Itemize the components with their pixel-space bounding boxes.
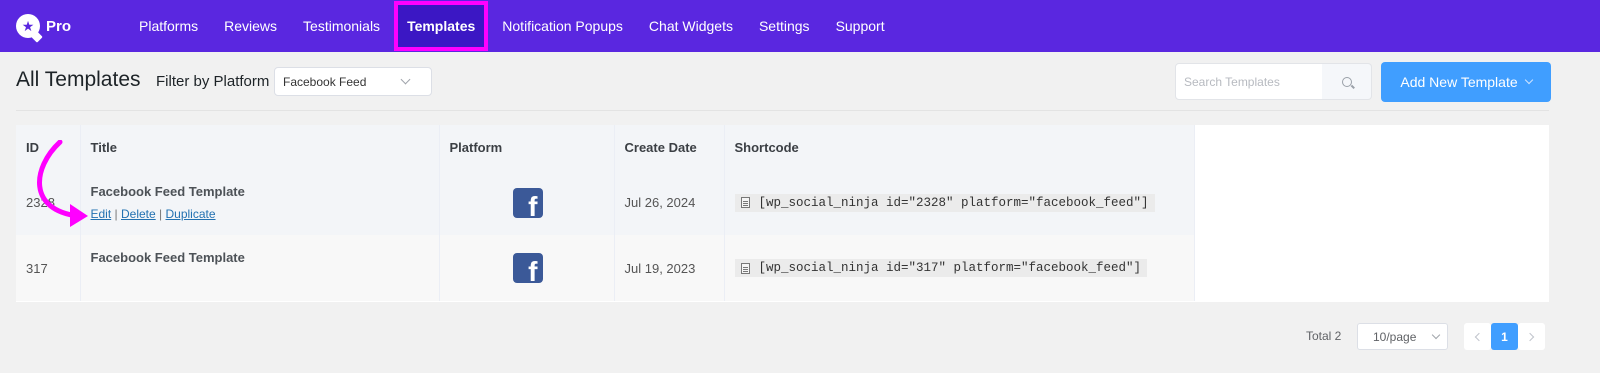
create-date: Jul 19, 2023 xyxy=(614,235,725,301)
document-icon xyxy=(740,262,750,274)
template-id: 317 xyxy=(16,235,81,301)
search-icon xyxy=(1341,76,1352,87)
create-date: Jul 26, 2024 xyxy=(614,170,725,235)
search-button[interactable] xyxy=(1322,63,1372,100)
chevron-down-icon xyxy=(1431,330,1441,340)
chevron-down-icon xyxy=(400,74,411,85)
delete-link[interactable]: Delete xyxy=(121,207,156,221)
brand[interactable]: ★ Pro xyxy=(16,14,126,38)
add-new-template-button[interactable]: Add New Template xyxy=(1381,62,1551,102)
page-size-value: 10/page xyxy=(1373,329,1417,344)
header-divider xyxy=(16,110,1549,111)
platform-cell: f xyxy=(439,170,615,235)
column-header-shortcode[interactable]: Shortcode xyxy=(724,125,1195,170)
shortcode-cell: [wp_social_ninja id="317" platform="face… xyxy=(724,235,1195,301)
shortcode-cell: [wp_social_ninja id="2328" platform="fac… xyxy=(724,170,1195,235)
row-actions: Edit | Delete | Duplicate xyxy=(91,207,439,221)
next-page-button[interactable] xyxy=(1518,323,1545,350)
nav-item-platforms[interactable]: Platforms xyxy=(126,0,211,52)
nav-item-reviews[interactable]: Reviews xyxy=(211,0,290,52)
column-header-create-date[interactable]: Create Date xyxy=(614,125,725,170)
action-separator: | xyxy=(114,207,118,221)
nav-item-testimonials[interactable]: Testimonials xyxy=(290,0,393,52)
facebook-icon: f xyxy=(512,187,543,218)
page-number-button[interactable]: 1 xyxy=(1491,323,1518,350)
facebook-icon: f xyxy=(512,253,543,283)
shortcode[interactable]: [wp_social_ninja id="317" platform="face… xyxy=(734,259,1148,277)
chevron-down-icon xyxy=(1524,75,1533,85)
page-size-select[interactable]: 10/page xyxy=(1357,323,1448,350)
templates-table-wrapper: ID Title Platform Create Date Shortcode … xyxy=(16,125,1549,302)
shortcode[interactable]: [wp_social_ninja id="2328" platform="fac… xyxy=(734,193,1155,212)
column-header-id[interactable]: ID xyxy=(16,125,81,170)
table-row: 2328 Facebook Feed Template Edit | Delet… xyxy=(16,170,1195,235)
edit-link[interactable]: Edit xyxy=(91,207,112,221)
top-nav: ★ Pro Platforms Reviews Testimonials Tem… xyxy=(0,0,1600,52)
action-separator: | xyxy=(159,207,163,221)
brand-name: Pro xyxy=(46,17,72,35)
duplicate-link[interactable]: Duplicate xyxy=(166,207,216,221)
nav-item-notification-popups[interactable]: Notification Popups xyxy=(489,0,636,52)
nav-menu: Platforms Reviews Testimonials Templates… xyxy=(126,0,898,52)
template-title-cell: Facebook Feed Template Edit | Delete | D… xyxy=(80,170,440,235)
document-icon xyxy=(740,197,750,208)
chevron-right-icon xyxy=(1525,332,1535,341)
template-title[interactable]: Facebook Feed Template xyxy=(91,250,439,265)
table-row: 317 Facebook Feed Template f Jul 19, 202… xyxy=(16,235,1195,301)
nav-item-support[interactable]: Support xyxy=(823,0,898,52)
shortcode-text: [wp_social_ninja id="317" platform="face… xyxy=(758,261,1142,275)
page-title: All Templates xyxy=(16,68,141,91)
column-header-title[interactable]: Title xyxy=(80,125,440,170)
platform-cell: f xyxy=(439,235,615,301)
template-id: 2328 xyxy=(16,170,81,235)
platform-filter-value: Facebook Feed xyxy=(283,74,367,89)
pagination-total: Total 2 xyxy=(1306,329,1342,343)
search-input[interactable] xyxy=(1176,64,1322,99)
star-logo-icon: ★ xyxy=(16,14,40,38)
nav-item-chat-widgets[interactable]: Chat Widgets xyxy=(636,0,746,52)
nav-item-settings[interactable]: Settings xyxy=(746,0,823,52)
nav-item-templates[interactable]: Templates xyxy=(394,1,489,51)
table-header-row: ID Title Platform Create Date Shortcode xyxy=(16,125,1195,170)
add-new-template-label: Add New Template xyxy=(1400,74,1518,90)
chevron-left-icon xyxy=(1474,332,1484,341)
platform-filter-select[interactable]: Facebook Feed xyxy=(274,67,432,96)
search-box xyxy=(1175,63,1323,100)
templates-table: ID Title Platform Create Date Shortcode … xyxy=(16,125,1195,301)
column-header-platform[interactable]: Platform xyxy=(439,125,615,170)
shortcode-text: [wp_social_ninja id="2328" platform="fac… xyxy=(758,195,1149,210)
template-title[interactable]: Facebook Feed Template xyxy=(91,184,439,199)
template-title-cell: Facebook Feed Template xyxy=(80,235,440,301)
prev-page-button[interactable] xyxy=(1464,323,1491,350)
filter-label: Filter by Platform xyxy=(156,73,270,90)
